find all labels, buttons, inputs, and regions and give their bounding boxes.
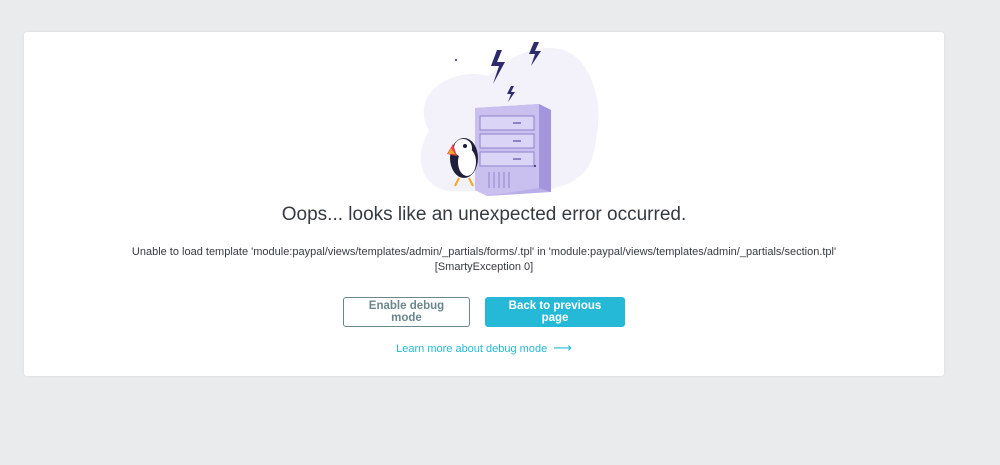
error-message: Unable to load template 'module:paypal/v… — [64, 245, 904, 275]
error-exception-code: [SmartyException 0] — [434, 261, 534, 273]
error-message-detail: Unable to load template 'module:paypal/v… — [131, 246, 837, 258]
back-button[interactable]: Back to previous page — [485, 297, 625, 327]
arrow-right-icon: ⟶ — [553, 340, 572, 355]
learn-more-debug-link[interactable]: Learn more about debug mode ⟶ — [24, 340, 944, 356]
error-card: Oops... looks like an unexpected error o… — [24, 32, 944, 376]
server-error-illustration — [420, 42, 599, 196]
error-title: Oops... looks like an unexpected error o… — [281, 204, 687, 225]
learn-more-label: Learn more about debug mode — [396, 343, 548, 355]
enable-debug-button[interactable]: Enable debug mode — [343, 297, 470, 327]
